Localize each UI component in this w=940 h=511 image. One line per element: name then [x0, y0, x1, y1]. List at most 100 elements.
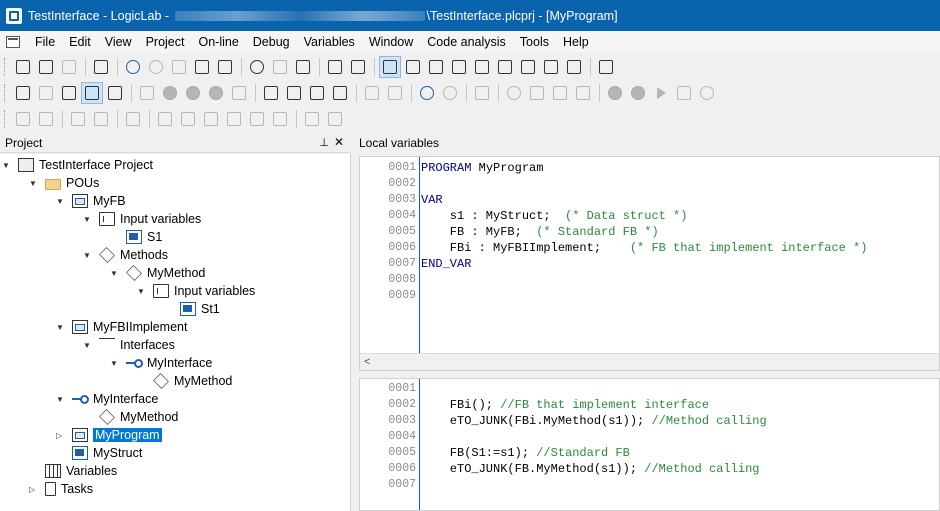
open-project-icon[interactable] [35, 56, 57, 78]
tree-node[interactable]: S1 [126, 228, 162, 246]
insert-object-icon[interactable] [260, 82, 282, 104]
new-project-icon[interactable] [12, 56, 34, 78]
tree-node[interactable]: ▷ MyProgram [56, 426, 162, 444]
code-line[interactable]: 0004 [360, 430, 416, 446]
code-line[interactable]: 0003 eTO_JUNK(FBi.MyMethod(s1)); //Metho… [360, 414, 766, 430]
menu-debug[interactable]: Debug [246, 31, 297, 53]
code-line[interactable]: 0009 [360, 289, 416, 305]
code-line[interactable]: 0002 [360, 177, 416, 193]
code-line[interactable]: 0001 PROGRAM MyProgram [360, 161, 543, 177]
coil-icon[interactable] [122, 108, 144, 130]
watch-window-icon[interactable] [448, 56, 470, 78]
code-line[interactable]: 0006 eTO_JUNK(FB.MyMethod(s1)); //Method… [360, 462, 759, 478]
tree-node[interactable]: Variables [45, 462, 117, 480]
tree-toggle-icon[interactable]: ▷ [29, 485, 35, 494]
menu-edit[interactable]: Edit [62, 31, 98, 53]
code-line[interactable]: 0008 [360, 273, 416, 289]
build-icon[interactable] [35, 82, 57, 104]
undo-icon[interactable] [122, 56, 144, 78]
find-icon[interactable] [246, 56, 268, 78]
menu-project[interactable]: Project [139, 31, 192, 53]
paste-icon[interactable] [214, 56, 236, 78]
grid-icon[interactable] [361, 82, 383, 104]
flash-icon[interactable] [228, 82, 250, 104]
tree-node[interactable]: ▷ Tasks [29, 480, 93, 498]
copy-icon[interactable] [191, 56, 213, 78]
tree-node[interactable]: ▼ Methods [83, 246, 168, 264]
toolbar-grip[interactable] [4, 58, 8, 76]
library-window-icon[interactable] [402, 56, 424, 78]
system-menu-icon[interactable] [6, 36, 20, 48]
close-project-icon[interactable] [90, 56, 112, 78]
tree-node[interactable]: St1 [180, 300, 220, 318]
coil-s-icon[interactable] [269, 108, 291, 130]
contact-icon[interactable] [67, 108, 89, 130]
tree-toggle-icon[interactable]: ▼ [56, 197, 64, 206]
code-line[interactable]: 0007 [360, 478, 416, 494]
tree-node[interactable]: MyMethod [153, 372, 232, 390]
tree-toggle-icon[interactable]: ▼ [83, 215, 91, 224]
trigger-icon[interactable] [572, 82, 594, 104]
menu-online[interactable]: On-line [191, 31, 245, 53]
menu-code-analysis[interactable]: Code analysis [420, 31, 513, 53]
redo-icon[interactable] [145, 56, 167, 78]
connect-icon[interactable] [81, 82, 103, 104]
menu-view[interactable]: View [98, 31, 139, 53]
save-icon[interactable] [58, 56, 80, 78]
code-line[interactable]: 0003 VAR [360, 193, 442, 209]
contact-no-icon[interactable] [154, 108, 176, 130]
tree-node[interactable]: ▼ MyInterface [110, 354, 212, 372]
run-icon[interactable] [650, 82, 672, 104]
tree-node[interactable]: ▼ MyMethod [110, 264, 205, 282]
ld-network-icon[interactable] [12, 108, 34, 130]
tree-node[interactable]: ▼ Input variables [137, 282, 255, 300]
tree-node[interactable]: MyStruct [72, 444, 142, 462]
contact-p-icon[interactable] [200, 108, 222, 130]
menu-help[interactable]: Help [556, 31, 596, 53]
tree-node[interactable]: ▼ Interfaces [83, 336, 175, 354]
tree-toggle-icon[interactable]: ▼ [2, 161, 10, 170]
oscilloscope-icon[interactable] [471, 56, 493, 78]
code-line[interactable]: 0006 FBi : MyFBIImplement; (* FB that im… [360, 241, 867, 257]
output-window-icon[interactable] [425, 56, 447, 78]
scroll-left-icon[interactable]: < [364, 356, 370, 368]
download-icon[interactable] [104, 82, 126, 104]
close-icon[interactable]: ✕ [334, 135, 344, 149]
back-icon[interactable] [416, 82, 438, 104]
tree-toggle-icon[interactable]: ▼ [110, 269, 118, 278]
code-line[interactable]: 0004 s1 : MyStruct; (* Data struct *) [360, 209, 687, 225]
coil-r-icon[interactable] [246, 108, 268, 130]
properties-icon[interactable] [540, 56, 562, 78]
pin-icon[interactable]: ⊥ [319, 136, 329, 149]
project-window-icon[interactable] [379, 56, 401, 78]
tree-node[interactable]: ▼ TestInterface Project [2, 156, 153, 174]
compile-icon[interactable] [12, 82, 34, 104]
tree-toggle-icon[interactable]: ▼ [29, 179, 37, 188]
tree-toggle-icon[interactable]: ▼ [137, 287, 145, 296]
full-screen-icon[interactable] [595, 56, 617, 78]
tree-toggle-icon[interactable]: ▼ [83, 251, 91, 260]
find-in-project-icon[interactable] [292, 56, 314, 78]
breakpoint-settings-icon[interactable] [549, 82, 571, 104]
local-variables-editor[interactable]: < 0001 PROGRAM MyProgram 0002 0003 VAR 0004 s… [359, 156, 940, 371]
toolbar-grip[interactable] [4, 84, 8, 102]
contact-nc-icon[interactable] [177, 108, 199, 130]
tree-node[interactable]: ▼ Input variables [83, 210, 201, 228]
tree-node[interactable]: ▼ MyInterface [56, 390, 158, 408]
menu-tools[interactable]: Tools [513, 31, 556, 53]
ld-block-icon[interactable] [35, 108, 57, 130]
reset-icon[interactable] [182, 82, 204, 104]
breakpoint-list-icon[interactable] [526, 82, 548, 104]
remove-breakpoint-icon[interactable] [627, 82, 649, 104]
step-icon[interactable] [471, 82, 493, 104]
global-vars-icon[interactable] [306, 82, 328, 104]
reboot-icon[interactable] [205, 82, 227, 104]
menu-variables[interactable]: Variables [297, 31, 362, 53]
tree-toggle-icon[interactable]: ▼ [56, 323, 64, 332]
async-graphic-icon[interactable] [517, 56, 539, 78]
contact-parallel-icon[interactable] [90, 108, 112, 130]
tree-toggle-icon[interactable]: ▼ [83, 341, 91, 350]
tree-node[interactable]: ▼ MyFBIImplement [56, 318, 187, 336]
table-icon[interactable] [384, 82, 406, 104]
cross-reference-icon[interactable] [563, 56, 585, 78]
